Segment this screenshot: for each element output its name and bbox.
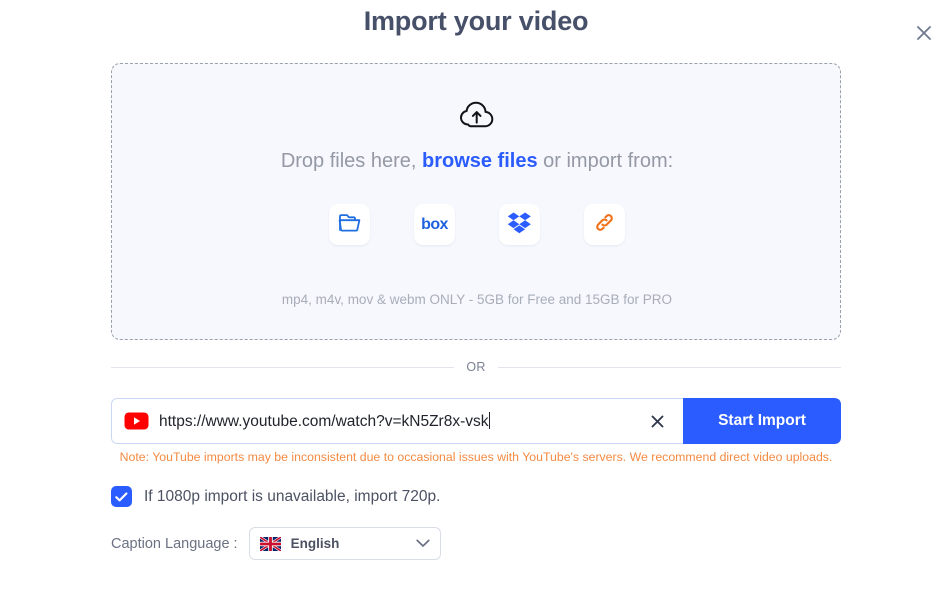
import-source-dropbox[interactable]: [499, 204, 540, 245]
checkmark-icon: [115, 491, 128, 501]
or-divider: OR: [111, 360, 842, 374]
browse-files-link[interactable]: browse files: [422, 150, 538, 172]
import-source-list: box: [112, 204, 842, 245]
box-logo-icon: box: [421, 215, 448, 233]
clear-icon: [651, 415, 663, 427]
url-import-row: https://www.youtube.com/watch?v=kN5Zr8x-…: [111, 398, 841, 444]
folder-icon: [338, 212, 361, 238]
dropbox-logo-icon: [507, 211, 532, 239]
url-input[interactable]: https://www.youtube.com/watch?v=kN5Zr8x-…: [159, 411, 641, 431]
file-dropzone[interactable]: Drop files here, browse files or import …: [111, 63, 841, 340]
youtube-icon: [124, 412, 149, 430]
fallback-720p-row[interactable]: If 1080p import is unavailable, import 7…: [111, 486, 440, 507]
divider-label: OR: [466, 360, 486, 374]
import-video-modal: Import your video Drop files here, brows…: [0, 0, 952, 615]
chevron-down-icon: [415, 539, 430, 548]
url-input-wrapper[interactable]: https://www.youtube.com/watch?v=kN5Zr8x-…: [111, 398, 683, 444]
fallback-720p-checkbox[interactable]: [111, 486, 132, 507]
dropzone-instruction: Drop files here, browse files or import …: [112, 150, 842, 173]
cloud-upload-icon: [112, 100, 842, 130]
drop-text-after: or import from:: [537, 150, 674, 172]
url-input-value: https://www.youtube.com/watch?v=kN5Zr8x-…: [159, 412, 489, 430]
caption-language-label: Caption Language :: [111, 535, 238, 552]
caption-language-select[interactable]: English: [248, 527, 441, 560]
start-import-button[interactable]: Start Import: [683, 398, 841, 444]
caption-language-value: English: [290, 536, 340, 551]
close-icon: [914, 23, 934, 43]
fallback-720p-label: If 1080p import is unavailable, import 7…: [144, 487, 441, 505]
uk-flag-icon: [259, 536, 281, 551]
divider-line-right: [497, 366, 842, 368]
clear-url-button[interactable]: [641, 415, 673, 428]
supported-formats-text: mp4, m4v, mov & webm ONLY - 5GB for Free…: [281, 292, 673, 307]
divider-line-left: [111, 366, 455, 368]
import-source-link[interactable]: [584, 204, 625, 245]
import-source-local-files[interactable]: [329, 204, 370, 245]
link-icon: [593, 211, 616, 239]
youtube-import-note: Note: YouTube imports may be inconsisten…: [119, 450, 833, 464]
drop-text-before: Drop files here,: [280, 150, 422, 172]
page-title: Import your video: [363, 6, 589, 36]
close-button[interactable]: [910, 19, 938, 47]
text-caret: [488, 411, 490, 429]
import-source-box[interactable]: box: [414, 204, 455, 245]
caption-language-row: Caption Language : English: [111, 527, 441, 560]
